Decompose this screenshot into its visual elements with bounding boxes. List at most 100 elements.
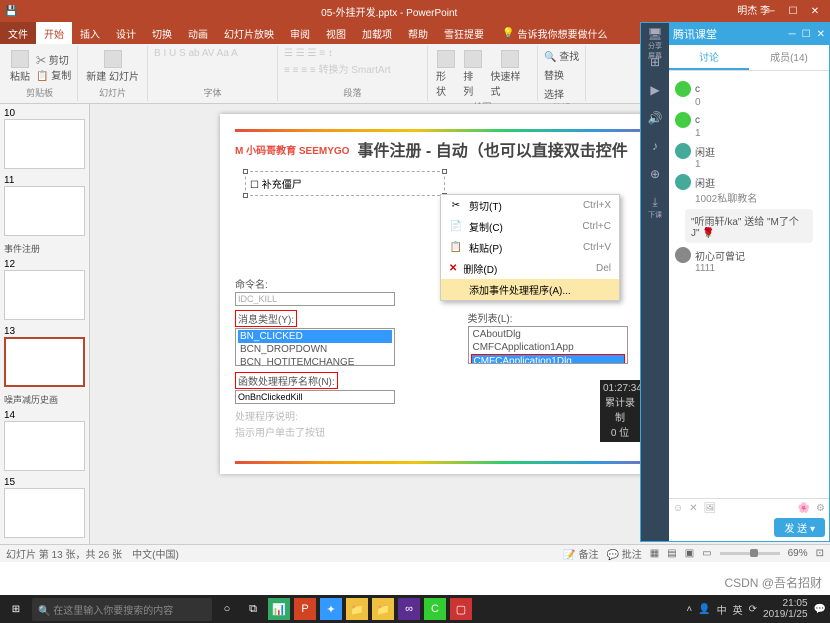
chat-max-button[interactable]: ☐: [802, 29, 811, 40]
clock[interactable]: 21:052019/1/25: [763, 598, 808, 620]
tab-view[interactable]: 视图: [318, 22, 354, 44]
flower-icon[interactable]: 🌸: [798, 503, 810, 514]
copy-button[interactable]: 📋 复制: [36, 67, 71, 82]
arrange-button[interactable]: 排列: [461, 48, 484, 100]
tray-sync-icon[interactable]: ⟳: [749, 604, 757, 615]
attach-icon[interactable]: 🖼: [704, 503, 717, 514]
sidebar-icon-5[interactable]: ⊕: [646, 167, 664, 185]
tray-up-icon[interactable]: ˄: [686, 604, 692, 615]
fit-button[interactable]: ⊡: [816, 548, 824, 559]
ime-lang[interactable]: 英: [733, 602, 743, 617]
select-button[interactable]: 选择: [544, 86, 564, 101]
ctx-delete[interactable]: ✕删除(D)Del: [441, 258, 619, 279]
msg-list[interactable]: BN_CLICKED BCN_DROPDOWN BCN_HOTITEMCHANG…: [235, 328, 395, 366]
slide-thumbnails[interactable]: 10 11 事件注册 12 13 噪声减历史画 14 15: [0, 104, 90, 544]
notification-icon[interactable]: 💬: [814, 604, 826, 615]
image-icon[interactable]: ✕: [689, 503, 697, 514]
maximize-button[interactable]: ☐: [783, 6, 803, 17]
taskview-icon[interactable]: ⧉: [242, 598, 264, 620]
user-name[interactable]: 明杰 李: [737, 2, 770, 17]
thumb-12[interactable]: [4, 270, 85, 320]
msg-item-1[interactable]: BCN_DROPDOWN: [238, 343, 392, 356]
tab-discuss[interactable]: 讨论: [669, 45, 749, 70]
start-button[interactable]: ⊞: [4, 597, 28, 621]
msg-item-0[interactable]: BN_CLICKED: [238, 330, 392, 343]
thumb-10[interactable]: [4, 119, 85, 169]
tab-design[interactable]: 设计: [108, 22, 144, 44]
cmd-input[interactable]: [235, 292, 395, 306]
tab-animation[interactable]: 动画: [180, 22, 216, 44]
sidebar-icon-4[interactable]: ♪: [646, 139, 664, 157]
section-label[interactable]: 事件注册: [4, 242, 85, 255]
shapes-button[interactable]: 形状: [434, 48, 457, 100]
checkbox-selection[interactable]: ☐ 补充僵尸: [245, 171, 445, 196]
section-label-2[interactable]: 噪声减历史画: [4, 393, 85, 406]
task-vs[interactable]: ∞: [398, 598, 420, 620]
search-input[interactable]: 🔍 在这里输入你要搜索的内容: [32, 598, 212, 621]
task-icon-5[interactable]: ▢: [450, 598, 472, 620]
file-tab[interactable]: 文件: [0, 22, 36, 44]
ctx-paste[interactable]: 📋粘贴(P)Ctrl+V: [441, 237, 619, 258]
gear-icon[interactable]: ⚙: [816, 503, 825, 514]
chat-close-button[interactable]: ✕: [817, 29, 825, 40]
thumb-14[interactable]: [4, 421, 85, 471]
quickstyle-button[interactable]: 快速样式: [489, 48, 532, 100]
cut-button[interactable]: ✂ 剪切: [36, 52, 71, 67]
ime-indicator[interactable]: 中: [717, 602, 727, 617]
thumb-13[interactable]: [4, 337, 85, 387]
comments-button[interactable]: 💬 批注: [607, 546, 642, 561]
thumb-15[interactable]: [4, 488, 85, 538]
tab-review[interactable]: 审阅: [282, 22, 318, 44]
send-button[interactable]: 发 送 ▾: [774, 518, 825, 537]
sidebar-icon-6[interactable]: ⤓下课: [646, 195, 664, 213]
view-normal-icon[interactable]: ▦: [650, 548, 659, 559]
tell-me[interactable]: 💡告诉我你想要做什么: [502, 22, 607, 44]
replace-button[interactable]: 替换: [544, 67, 564, 82]
tab-members[interactable]: 成员(14): [749, 45, 829, 70]
tray-people-icon[interactable]: 👤: [698, 604, 710, 615]
ctx-copy[interactable]: 📄复制(C)Ctrl+C: [441, 216, 619, 237]
tab-transition[interactable]: 切换: [144, 22, 180, 44]
view-slideshow-icon[interactable]: ▭: [702, 548, 711, 559]
class-item-0[interactable]: CAboutDlg: [471, 328, 625, 341]
tab-help[interactable]: 帮助: [400, 22, 436, 44]
close-button[interactable]: ✕: [805, 6, 825, 17]
view-reading-icon[interactable]: ▣: [685, 548, 694, 559]
new-slide-button[interactable]: 新建 幻灯片: [84, 48, 141, 85]
share-screen-button[interactable]: 🖥分享屏幕: [646, 27, 664, 45]
tab-addins[interactable]: 加载项: [354, 22, 400, 44]
paste-button[interactable]: 粘贴: [8, 48, 32, 85]
view-sorter-icon[interactable]: ▤: [667, 548, 676, 559]
class-item-2[interactable]: CMFCApplication1Dlg: [471, 354, 625, 364]
sidebar-icon-2[interactable]: ▶: [646, 83, 664, 101]
find-button[interactable]: 🔍 查找: [544, 48, 579, 63]
class-list[interactable]: CAboutDlg CMFCApplication1App CMFCApplic…: [468, 326, 628, 364]
task-powerpoint[interactable]: P: [294, 598, 316, 620]
handler-input[interactable]: [235, 390, 395, 404]
task-icon-2[interactable]: ✦: [320, 598, 342, 620]
emoji-icon[interactable]: ☺: [673, 503, 683, 514]
zoom-slider[interactable]: [720, 552, 780, 555]
notes-button[interactable]: 📝 备注: [563, 546, 598, 561]
class-item-1[interactable]: CMFCApplication1App: [471, 341, 625, 354]
cortana-icon[interactable]: ○: [216, 598, 238, 620]
task-icon-1[interactable]: 📊: [268, 598, 290, 620]
smartart-button[interactable]: 转换为 SmartArt: [318, 65, 390, 76]
task-icon-4[interactable]: C: [424, 598, 446, 620]
language-indicator[interactable]: 中文(中国): [132, 546, 179, 561]
ctx-add-handler[interactable]: 添加事件处理程序(A)...: [441, 279, 619, 300]
sidebar-icon-1[interactable]: ⊞: [646, 55, 664, 73]
ctx-cut[interactable]: ✂剪切(T)Ctrl+X: [441, 195, 619, 216]
autosave-icon[interactable]: 💾: [5, 6, 17, 17]
chat-list[interactable]: c 0 c 1 闲逛 1 闲逛 1002私聊教名 "听雨轩/ka" 送给 "M了…: [669, 71, 829, 498]
task-icon-3[interactable]: 📁: [372, 598, 394, 620]
thumb-11[interactable]: [4, 186, 85, 236]
tab-slideshow[interactable]: 幻灯片放映: [216, 22, 282, 44]
tab-home[interactable]: 开始: [36, 22, 72, 44]
msg-item-2[interactable]: BCN_HOTITEMCHANGE: [238, 356, 392, 366]
tab-insert[interactable]: 插入: [72, 22, 108, 44]
tab-extra[interactable]: 雪狂提要: [436, 22, 492, 44]
sidebar-icon-3[interactable]: 🔊: [646, 111, 664, 129]
zoom-level[interactable]: 69%: [788, 548, 808, 559]
chat-min-button[interactable]: ─: [789, 29, 796, 40]
